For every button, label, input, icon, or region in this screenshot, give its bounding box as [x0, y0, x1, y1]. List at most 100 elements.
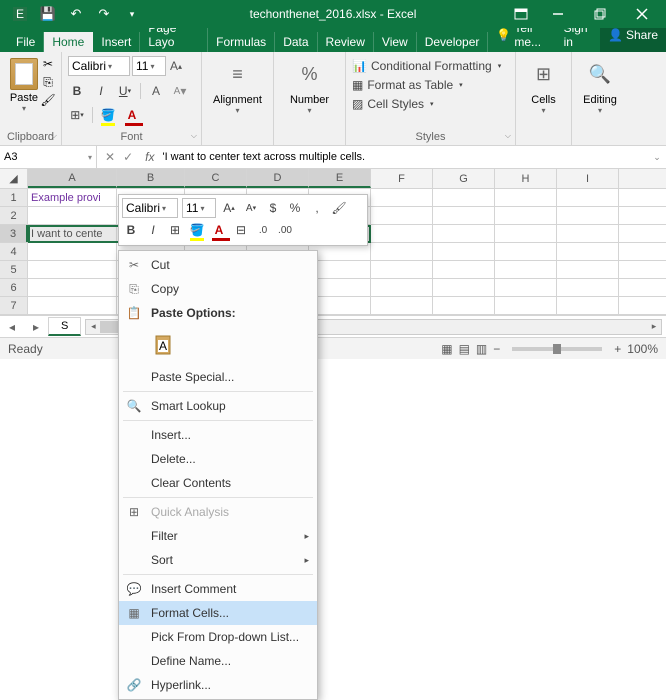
- mini-italic-button[interactable]: I: [144, 221, 162, 239]
- pick-from-list-menu-item[interactable]: Pick From Drop-down List...: [119, 625, 317, 649]
- copy-button[interactable]: ⎘: [39, 74, 57, 90]
- mini-decrease-decimal-icon[interactable]: .0: [254, 221, 272, 239]
- border-button[interactable]: ⊞▾: [68, 106, 86, 124]
- col-header[interactable]: I: [557, 169, 619, 188]
- sheet-tab[interactable]: S: [48, 317, 81, 336]
- decrease-font-button[interactable]: A: [147, 82, 165, 100]
- mini-font-combo[interactable]: Calibri▾: [122, 198, 178, 218]
- col-header[interactable]: E: [309, 169, 371, 188]
- row-header[interactable]: 3: [0, 225, 28, 242]
- increase-font-button[interactable]: A▴: [168, 57, 184, 75]
- editing-icon[interactable]: 🔍: [586, 60, 614, 88]
- underline-button[interactable]: U▾: [116, 82, 134, 100]
- sheet-nav-prev[interactable]: ◂: [0, 320, 24, 334]
- italic-button[interactable]: I: [92, 82, 110, 100]
- mini-size-combo[interactable]: 11▾: [182, 198, 216, 218]
- row-header[interactable]: 7: [0, 297, 28, 314]
- clear-contents-menu-item[interactable]: Clear Contents: [119, 471, 317, 495]
- format-as-table-button[interactable]: ▦Format as Table▾: [352, 75, 509, 94]
- fill-color-button[interactable]: 🪣: [99, 106, 117, 124]
- col-header[interactable]: D: [247, 169, 309, 188]
- normal-view-button[interactable]: ▦: [441, 342, 452, 356]
- paste-special-menu-item[interactable]: Paste Special...: [119, 365, 317, 389]
- mini-font-color-button[interactable]: A: [210, 221, 228, 239]
- row-header[interactable]: 5: [0, 261, 28, 278]
- insert-comment-menu-item[interactable]: 💬Insert Comment: [119, 577, 317, 601]
- tab-data[interactable]: Data: [275, 32, 317, 52]
- col-header[interactable]: A: [28, 169, 117, 188]
- define-name-menu-item[interactable]: Define Name...: [119, 649, 317, 673]
- row-header[interactable]: 4: [0, 243, 28, 260]
- alignment-icon[interactable]: ≡: [224, 60, 252, 88]
- cell[interactable]: Example provi: [28, 189, 117, 206]
- font-size-combo[interactable]: 11▾: [132, 56, 166, 76]
- tab-file[interactable]: File: [8, 32, 44, 52]
- customize-qat-button[interactable]: ▾: [120, 2, 144, 26]
- fx-icon[interactable]: fx: [145, 150, 154, 164]
- cancel-formula-icon[interactable]: ✕: [105, 150, 115, 164]
- tab-home[interactable]: Home: [44, 32, 93, 52]
- cell-styles-button[interactable]: ▨Cell Styles▾: [352, 94, 509, 113]
- mini-percent-icon[interactable]: %: [286, 199, 304, 217]
- formula-input[interactable]: 'I want to center text across multiple c…: [158, 151, 648, 163]
- expand-formula-bar-button[interactable]: ⌄: [648, 152, 666, 163]
- enter-formula-icon[interactable]: ✓: [123, 150, 133, 164]
- mini-increase-font-icon[interactable]: A▴: [220, 199, 238, 217]
- tab-developer[interactable]: Developer: [417, 32, 489, 52]
- row-header[interactable]: 1: [0, 189, 28, 206]
- hyperlink-menu-item[interactable]: 🔗Hyperlink...: [119, 673, 317, 697]
- format-painter-button[interactable]: 🖌: [39, 92, 57, 108]
- mini-format-painter-icon[interactable]: 🖌: [330, 199, 348, 217]
- number-icon[interactable]: %: [296, 60, 324, 88]
- restore-button[interactable]: [580, 1, 620, 27]
- font-size-grow-icon[interactable]: A▾: [171, 82, 189, 100]
- mini-accounting-icon[interactable]: $: [264, 199, 282, 217]
- mini-fill-color-button[interactable]: 🪣: [188, 221, 206, 239]
- cut-button[interactable]: ✂: [39, 56, 57, 72]
- col-header[interactable]: G: [433, 169, 495, 188]
- close-button[interactable]: [622, 1, 662, 27]
- col-header[interactable]: H: [495, 169, 557, 188]
- filter-menu-item[interactable]: Filter▸: [119, 524, 317, 548]
- tab-review[interactable]: Review: [318, 32, 374, 52]
- select-all-corner[interactable]: ◢: [0, 169, 28, 188]
- minimize-button[interactable]: [538, 1, 578, 27]
- smart-lookup-menu-item[interactable]: 🔍Smart Lookup: [119, 394, 317, 418]
- mini-merge-icon[interactable]: ⊟: [232, 221, 250, 239]
- col-header[interactable]: B: [117, 169, 185, 188]
- zoom-out-button[interactable]: −: [493, 342, 500, 356]
- format-cells-menu-item[interactable]: ▦Format Cells...: [119, 601, 317, 625]
- cut-menu-item[interactable]: ✂Cut: [119, 253, 317, 277]
- zoom-slider[interactable]: [512, 347, 602, 351]
- mini-increase-decimal-icon[interactable]: .00: [276, 221, 294, 239]
- tab-insert[interactable]: Insert: [93, 32, 140, 52]
- mini-border-button[interactable]: ⊞: [166, 221, 184, 239]
- ribbon-options-button[interactable]: [506, 1, 536, 27]
- zoom-in-button[interactable]: +: [614, 342, 621, 356]
- font-name-combo[interactable]: Calibri▾: [68, 56, 130, 76]
- delete-menu-item[interactable]: Delete...: [119, 447, 317, 471]
- insert-menu-item[interactable]: Insert...: [119, 423, 317, 447]
- paste-button[interactable]: Paste ▾: [6, 56, 42, 113]
- save-button[interactable]: 💾: [36, 2, 60, 26]
- page-break-view-button[interactable]: ▥: [476, 342, 487, 356]
- sort-menu-item[interactable]: Sort▸: [119, 548, 317, 572]
- page-layout-view-button[interactable]: ▤: [459, 342, 470, 356]
- sheet-nav-next[interactable]: ▸: [24, 320, 48, 334]
- conditional-formatting-button[interactable]: 📊Conditional Formatting▾: [352, 56, 509, 75]
- undo-button[interactable]: ↶: [64, 2, 88, 26]
- bold-button[interactable]: B: [68, 82, 86, 100]
- cells-icon[interactable]: ⊞: [530, 60, 558, 88]
- tab-view[interactable]: View: [374, 32, 417, 52]
- col-header[interactable]: C: [185, 169, 247, 188]
- scroll-right-arrow[interactable]: ▸: [647, 320, 661, 334]
- name-box[interactable]: A3: [0, 146, 97, 168]
- scroll-left-arrow[interactable]: ◂: [86, 320, 100, 334]
- font-color-button[interactable]: A: [123, 106, 141, 124]
- row-header[interactable]: 2: [0, 207, 28, 224]
- copy-menu-item[interactable]: ⎘Copy: [119, 277, 317, 301]
- mini-bold-button[interactable]: B: [122, 221, 140, 239]
- mini-comma-icon[interactable]: ,: [308, 199, 326, 217]
- redo-button[interactable]: ↷: [92, 2, 116, 26]
- zoom-level[interactable]: 100%: [627, 342, 658, 356]
